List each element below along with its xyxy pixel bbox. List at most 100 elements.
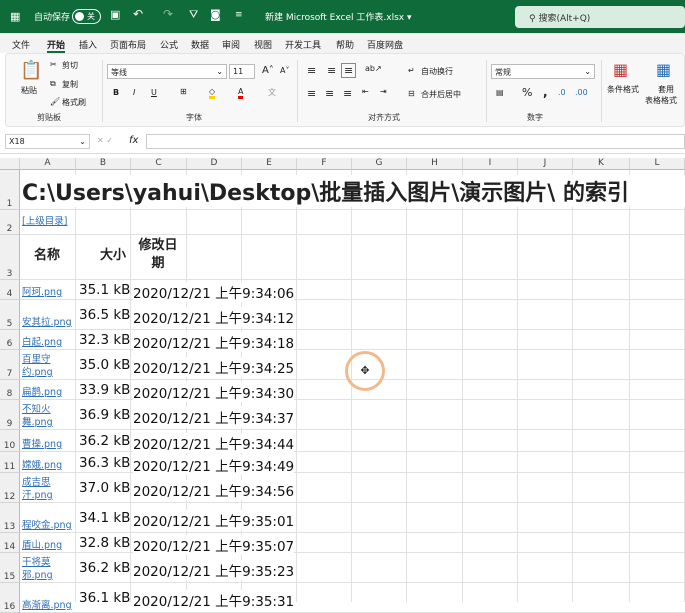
row-header[interactable]: 3 <box>0 235 20 280</box>
shrink-font-icon[interactable]: A˅ <box>280 66 289 75</box>
file-link[interactable]: 高渐离.png <box>22 599 76 612</box>
customize-icon[interactable]: ≡ <box>235 10 243 20</box>
align-middle-icon[interactable]: ≡ <box>327 64 336 77</box>
row-header[interactable]: 2 <box>0 210 20 235</box>
tab-file[interactable]: 文件 <box>12 38 30 51</box>
cancel-icon[interactable]: ✕ ✓ <box>97 136 113 145</box>
column-header[interactable]: D <box>187 158 242 170</box>
align-left-icon[interactable]: ≡ <box>307 87 316 100</box>
row-header[interactable]: 6 <box>0 330 20 350</box>
column-header[interactable]: A <box>20 158 76 170</box>
column-header[interactable]: K <box>573 158 630 170</box>
tab-review[interactable]: 审阅 <box>222 38 240 51</box>
format-painter-button[interactable]: 格式刷 <box>62 97 86 108</box>
align-center-icon[interactable]: ≡ <box>325 87 334 100</box>
tab-home[interactable]: 开始 <box>47 38 66 53</box>
file-link[interactable]: 干将莫邪.png <box>22 556 76 582</box>
search-box[interactable]: ⚲ 搜索(Alt+Q) <box>515 6 685 28</box>
camera-icon[interactable]: ◙ <box>210 8 221 21</box>
column-header[interactable]: J <box>518 158 573 170</box>
file-link[interactable]: 扁鹊.png <box>22 386 76 399</box>
column-header[interactable]: H <box>407 158 463 170</box>
row-header[interactable]: 14 <box>0 533 20 553</box>
column-header[interactable]: G <box>352 158 407 170</box>
increase-indent-icon[interactable]: ⇥ <box>380 87 387 96</box>
formula-input[interactable] <box>146 134 685 149</box>
paste-button[interactable]: 粘贴 <box>21 85 37 96</box>
file-link[interactable]: 嫦娥.png <box>22 459 76 472</box>
font-size-select[interactable]: 11 <box>229 64 255 79</box>
paste-icon[interactable]: 📋 <box>20 60 42 81</box>
decrease-indent-icon[interactable]: ⇤ <box>362 87 369 96</box>
align-top-icon[interactable]: ≡ <box>307 64 316 77</box>
row-header[interactable]: 4 <box>0 280 20 300</box>
phonetic-icon[interactable]: 文 <box>268 87 276 98</box>
percent-icon[interactable]: % <box>522 86 532 99</box>
row-header[interactable]: 12 <box>0 473 20 503</box>
tab-page-layout[interactable]: 页面布局 <box>110 38 146 51</box>
table-format-label-1[interactable]: 套用 <box>658 84 674 95</box>
row-header[interactable]: 13 <box>0 503 20 533</box>
row-header[interactable]: 10 <box>0 430 20 452</box>
file-link[interactable]: 百里守约.png <box>22 353 76 379</box>
italic-icon[interactable]: I <box>133 88 135 97</box>
fx-button[interactable]: fx <box>129 135 138 146</box>
fill-color-icon[interactable]: ◇ <box>209 87 216 99</box>
column-header[interactable]: C <box>131 158 187 170</box>
file-link[interactable]: 曹操.png <box>22 438 76 451</box>
select-all-corner[interactable] <box>0 158 20 170</box>
align-right-icon[interactable]: ≡ <box>343 87 352 100</box>
file-link[interactable]: 盾山.png <box>22 539 76 552</box>
border-icon[interactable]: ⊞ <box>180 87 187 96</box>
wrap-text-button[interactable]: 自动换行 <box>421 66 453 77</box>
orientation-icon[interactable]: ab↗ <box>365 64 382 73</box>
filter-icon[interactable]: ⛛ <box>189 8 198 22</box>
comma-icon[interactable]: , <box>543 85 548 99</box>
grow-font-icon[interactable]: A˄ <box>262 65 274 76</box>
column-header[interactable]: B <box>76 158 131 170</box>
underline-icon[interactable]: U <box>151 88 157 97</box>
spreadsheet-grid[interactable]: A B C D E F G H I J K L 1 2 3 4 5 6 7 8 9 10 11 12 13 14 15 16 C:\Us… <box>0 158 685 613</box>
undo-icon[interactable]: ↶ <box>133 7 143 21</box>
merge-center-button[interactable]: 合并后居中 <box>421 89 461 100</box>
tab-formulas[interactable]: 公式 <box>160 38 178 51</box>
tab-view[interactable]: 视图 <box>254 38 272 51</box>
number-format-select[interactable]: 常规 ⌄ <box>491 64 595 79</box>
file-link[interactable]: 程咬金.png <box>22 519 76 532</box>
font-name-select[interactable]: 等线 ⌄ <box>107 64 227 79</box>
column-header[interactable]: F <box>297 158 352 170</box>
row-header[interactable]: 9 <box>0 400 20 430</box>
column-header[interactable]: I <box>463 158 518 170</box>
row-header[interactable]: 1 <box>0 170 20 210</box>
file-link[interactable]: 成吉思汗.png <box>22 476 76 502</box>
cut-button[interactable]: 剪切 <box>62 60 78 71</box>
table-format-label-2[interactable]: 表格格式 <box>645 95 677 106</box>
conditional-format-button[interactable]: 条件格式 <box>607 84 639 95</box>
file-link[interactable]: 白起.png <box>22 336 76 349</box>
parent-dir-link[interactable]: [上级目录] <box>22 215 82 228</box>
save-icon[interactable]: ▣ <box>110 8 120 21</box>
tab-insert[interactable]: 插入 <box>79 38 97 51</box>
row-header[interactable]: 16 <box>0 583 20 613</box>
file-title[interactable]: 新建 Microsoft Excel 工作表.xlsx ▾ <box>265 10 411 23</box>
row-header[interactable]: 15 <box>0 553 20 583</box>
file-link[interactable]: 不知火舞.png <box>22 403 76 429</box>
column-header[interactable]: E <box>242 158 297 170</box>
align-bottom-icon[interactable]: ≡ <box>341 63 357 78</box>
tab-help[interactable]: 帮助 <box>336 38 354 51</box>
increase-decimal-icon[interactable]: .0 <box>558 88 566 97</box>
row-header[interactable]: 11 <box>0 452 20 473</box>
bold-icon[interactable]: B <box>113 88 119 97</box>
row-header[interactable]: 7 <box>0 350 20 380</box>
copy-button[interactable]: 复制 <box>62 79 78 90</box>
font-color-icon[interactable]: A <box>238 87 244 99</box>
autosave-toggle[interactable]: 关 <box>72 9 101 24</box>
file-link[interactable]: 安其拉.png <box>22 316 76 329</box>
column-header[interactable]: L <box>630 158 685 170</box>
redo-icon[interactable]: ↷ <box>163 7 173 21</box>
tab-data[interactable]: 数据 <box>191 38 209 51</box>
row-header[interactable]: 8 <box>0 380 20 400</box>
decrease-decimal-icon[interactable]: .00 <box>575 88 588 97</box>
file-link[interactable]: 阿珂.png <box>22 286 76 299</box>
row-header[interactable]: 5 <box>0 300 20 330</box>
